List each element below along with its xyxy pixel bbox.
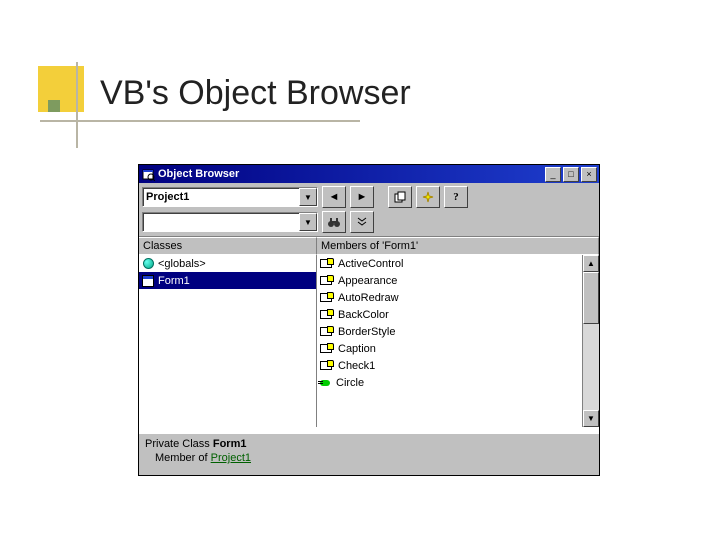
object-browser-window: Object Browser _ □ × Project1 ▼ ◄ ► ? ▼ <box>138 164 600 476</box>
member-item[interactable]: BackColor <box>317 306 599 323</box>
classes-header: Classes <box>139 237 317 255</box>
members-scrollbar[interactable]: ▲ ▼ <box>582 255 599 427</box>
detail-prefix: Private Class <box>145 438 213 450</box>
sparkle-icon <box>422 191 435 204</box>
classes-pane: Classes <globals> Form1 <box>139 237 317 433</box>
property-icon <box>320 275 334 286</box>
property-icon <box>320 326 334 337</box>
close-button[interactable]: × <box>581 167 597 182</box>
class-item-label: Form1 <box>158 275 190 287</box>
members-pane: Members of 'Form1' ActiveControl Appeara… <box>317 237 599 433</box>
detail-pane: Private Class Form1 Member of Project1 <box>139 433 599 480</box>
slide-bullet-square <box>48 100 60 112</box>
property-icon <box>320 360 334 371</box>
classes-list[interactable]: <globals> Form1 <box>139 255 317 427</box>
detail-class-name: Form1 <box>213 438 247 450</box>
scroll-track[interactable] <box>583 272 599 410</box>
browser-panes: Classes <globals> Form1 Members of 'Form… <box>139 236 599 433</box>
chevron-down-icon[interactable]: ▼ <box>299 213 317 231</box>
member-label: Circle <box>336 377 364 389</box>
member-item[interactable]: ActiveControl <box>317 255 599 272</box>
slide-rule-horizontal <box>40 120 360 122</box>
member-label: BackColor <box>338 309 389 321</box>
minimize-button[interactable]: _ <box>545 167 561 182</box>
show-search-results-button[interactable] <box>350 211 374 233</box>
detail-class-line: Private Class Form1 <box>145 438 593 450</box>
member-item[interactable]: Check1 <box>317 357 599 374</box>
member-item[interactable]: BorderStyle <box>317 323 599 340</box>
library-combo[interactable]: Project1 ▼ <box>142 187 318 207</box>
nav-back-button[interactable]: ◄ <box>322 186 346 208</box>
member-label: Caption <box>338 343 376 355</box>
titlebar[interactable]: Object Browser _ □ × <box>139 165 599 183</box>
search-combo-value <box>143 221 299 223</box>
class-item-globals[interactable]: <globals> <box>139 255 316 272</box>
member-item[interactable]: Circle <box>317 374 599 391</box>
toolbar-row-1: Project1 ▼ ◄ ► ? <box>139 183 599 211</box>
method-icon <box>320 378 332 388</box>
member-label: Check1 <box>338 360 375 372</box>
app-icon <box>141 167 155 181</box>
chevron-double-down-icon <box>356 216 368 228</box>
detail-member-line: Member of Project1 <box>145 452 593 464</box>
scroll-up-button[interactable]: ▲ <box>583 255 599 272</box>
property-icon <box>320 258 334 269</box>
member-label: ActiveControl <box>338 258 403 270</box>
search-button[interactable] <box>322 211 346 233</box>
window-title: Object Browser <box>158 168 543 180</box>
member-item[interactable]: AutoRedraw <box>317 289 599 306</box>
library-combo-value: Project1 <box>143 190 299 204</box>
copy-button[interactable] <box>388 186 412 208</box>
members-list[interactable]: ActiveControl Appearance AutoRedraw Back… <box>317 255 599 427</box>
chevron-down-icon[interactable]: ▼ <box>299 188 317 206</box>
property-icon <box>320 343 334 354</box>
member-label: AutoRedraw <box>338 292 399 304</box>
member-item[interactable]: Caption <box>317 340 599 357</box>
copy-icon <box>394 191 407 204</box>
binoculars-icon <box>327 215 341 229</box>
nav-forward-button[interactable]: ► <box>350 186 374 208</box>
class-item-label: <globals> <box>158 258 206 270</box>
property-icon <box>320 292 334 303</box>
view-definition-button[interactable] <box>416 186 440 208</box>
globe-icon <box>142 259 154 269</box>
detail-member-prefix: Member of <box>155 452 211 464</box>
slide-title: VB's Object Browser <box>100 74 411 113</box>
scroll-down-button[interactable]: ▼ <box>583 410 599 427</box>
toolbar-row-2: ▼ <box>139 211 599 236</box>
member-item[interactable]: Appearance <box>317 272 599 289</box>
member-label: BorderStyle <box>338 326 395 338</box>
scroll-thumb[interactable] <box>583 272 599 324</box>
detail-project-link[interactable]: Project1 <box>211 452 251 464</box>
maximize-button[interactable]: □ <box>563 167 579 182</box>
member-label: Appearance <box>338 275 397 287</box>
search-combo[interactable]: ▼ <box>142 212 318 232</box>
class-item-form1[interactable]: Form1 <box>139 272 316 289</box>
slide-rule-vertical <box>76 62 78 148</box>
property-icon <box>320 309 334 320</box>
form-icon <box>142 276 154 286</box>
help-button[interactable]: ? <box>444 186 468 208</box>
members-header: Members of 'Form1' <box>317 237 599 255</box>
